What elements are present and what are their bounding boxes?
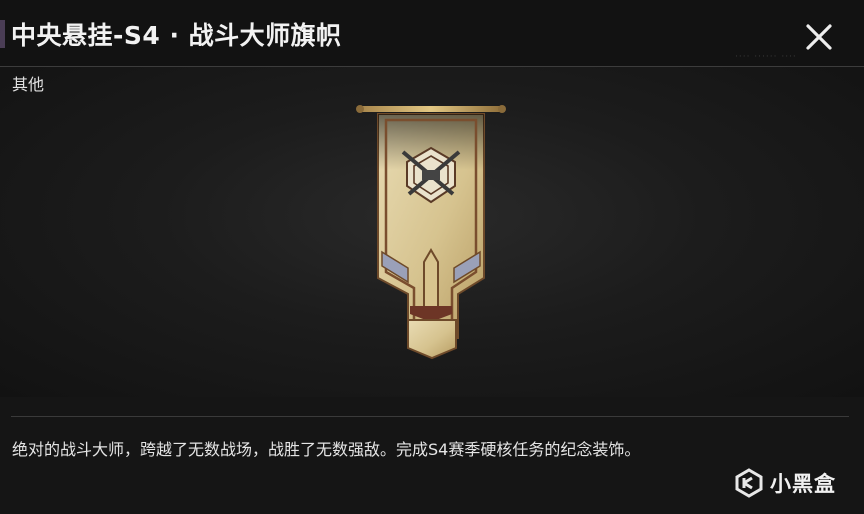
description-divider (11, 416, 849, 417)
item-description: 绝对的战斗大师，跨越了无数战场，战胜了无数强敌。完成S4赛季硬核任务的纪念装饰。 (12, 440, 641, 459)
banner-flag-image (356, 105, 506, 360)
item-detail-panel: 中央悬挂-S4 · 战斗大师旗帜 ···· ······ ···· 其他 绝对的… (0, 0, 864, 514)
close-button[interactable] (796, 16, 842, 58)
title-accent-bar (0, 20, 5, 48)
watermark: 小黑盒 (734, 466, 836, 500)
close-icon (806, 24, 832, 50)
background-faint-mark: ···· ······ ···· (735, 52, 797, 62)
watermark-text: 小黑盒 (770, 472, 836, 496)
item-category: 其他 (12, 75, 45, 94)
xiaoheihe-logo-icon (735, 468, 763, 498)
page-title: 中央悬挂-S4 · 战斗大师旗帜 (11, 21, 342, 50)
